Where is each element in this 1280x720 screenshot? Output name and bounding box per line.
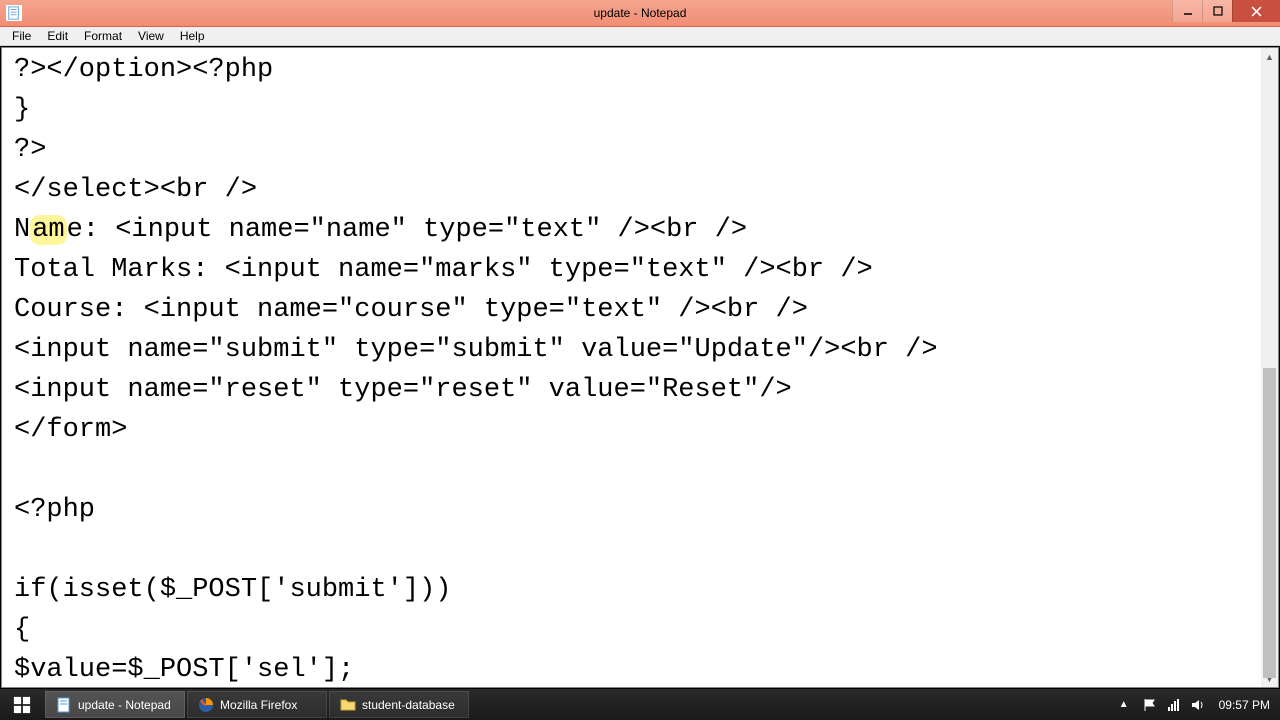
window-title: update - Notepad [594,6,687,20]
vertical-scrollbar[interactable]: ▲ ▼ [1261,48,1278,687]
menu-bar: File Edit Format View Help [0,27,1280,46]
taskbar-item-notepad[interactable]: update - Notepad [45,691,185,718]
taskbar-item-label: update - Notepad [78,698,171,712]
taskbar: update - Notepad Mozilla Firefox student… [0,689,1280,720]
menu-view[interactable]: View [130,27,172,45]
close-button[interactable] [1232,0,1280,22]
text-editor[interactable]: ?></option><?php } ?> </select><br /> Na… [2,48,1261,687]
scroll-track[interactable] [1261,65,1278,670]
window-controls [1172,0,1280,26]
tray-overflow-icon[interactable]: ▲ [1115,699,1133,710]
start-button[interactable] [0,689,44,720]
taskbar-item-firefox[interactable]: Mozilla Firefox [187,691,327,718]
minimize-button[interactable] [1172,0,1202,22]
menu-help[interactable]: Help [172,27,213,45]
network-icon[interactable] [1167,698,1181,712]
folder-icon [340,697,356,713]
maximize-button[interactable] [1202,0,1232,22]
taskbar-item-label: Mozilla Firefox [220,698,297,712]
menu-file[interactable]: File [4,27,39,45]
menu-edit[interactable]: Edit [39,27,76,45]
menu-format[interactable]: Format [76,27,130,45]
window-titlebar: update - Notepad [0,0,1280,27]
clock[interactable]: 09:57 PM [1215,698,1274,712]
flag-icon[interactable] [1143,698,1157,712]
editor-container: ?></option><?php } ?> </select><br /> Na… [1,47,1279,688]
system-tray: ▲ 09:57 PM [1115,698,1280,712]
firefox-icon [198,697,214,713]
notepad-icon [6,5,22,21]
scroll-up-arrow-icon[interactable]: ▲ [1261,48,1278,65]
taskbar-item-folder[interactable]: student-database [329,691,469,718]
notepad-icon [56,697,72,713]
scroll-thumb[interactable] [1263,368,1276,678]
taskbar-item-label: student-database [362,698,455,712]
volume-icon[interactable] [1191,698,1205,712]
